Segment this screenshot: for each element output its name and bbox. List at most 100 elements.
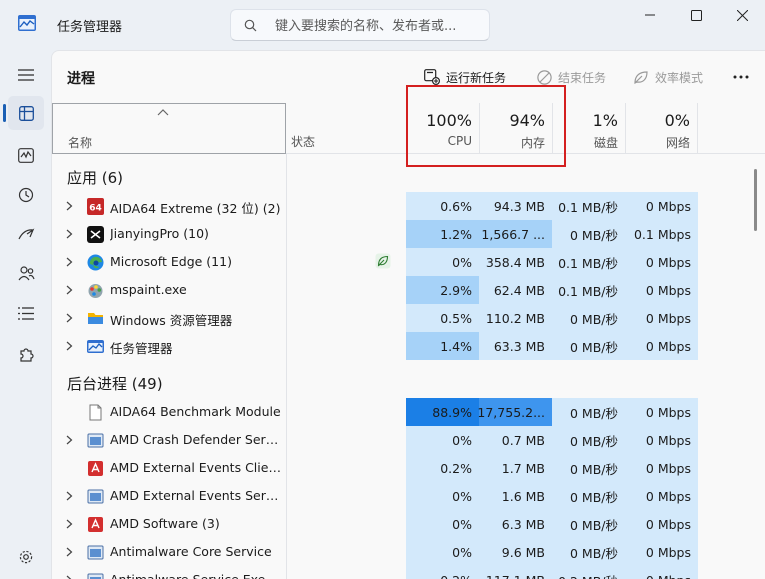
process-name: Antimalware Service Execut... [110, 572, 282, 579]
efficiency-mode-button[interactable]: 效率模式 [633, 65, 703, 89]
column-header-cpu[interactable]: 100% CPU [406, 103, 479, 154]
expand-chevron-icon[interactable] [66, 313, 73, 323]
network-cell: 0.1 Mbps [625, 220, 698, 248]
network-value: 0 Mbps [645, 488, 691, 504]
settings-gear-icon [19, 550, 33, 564]
column-header-status[interactable]: 状态 [291, 133, 315, 150]
column-header-name[interactable]: 名称 [52, 103, 286, 154]
search-box[interactable] [230, 9, 490, 41]
memory-value: 1,566.7 ... [481, 226, 545, 242]
network-value: 0 Mbps [645, 460, 691, 476]
process-row[interactable]: 0.6% 94.3 MB 0.1 MB/秒 0 Mbps 64 AIDA64 Extrem… [52, 192, 765, 220]
disk-cell: 0 MB/秒 [552, 482, 625, 510]
disk-value: 0 MB/秒 [570, 461, 618, 477]
cpu-cell: 88.9% [406, 398, 479, 426]
network-value: 0 Mbps [645, 254, 691, 270]
taskmgr-icon [87, 338, 104, 355]
more-options-button[interactable] [729, 65, 753, 89]
expand-chevron-icon[interactable] [66, 519, 73, 529]
process-row[interactable]: 0% 9.6 MB 0 MB/秒 0 Mbps Antimalware Core Ser… [52, 538, 765, 566]
column-header-network[interactable]: 0% 网络 [625, 103, 698, 154]
expand-chevron-icon[interactable] [66, 201, 73, 211]
close-button[interactable] [719, 0, 765, 30]
column-header-memory[interactable]: 94% 内存 [479, 103, 552, 154]
expand-chevron-icon[interactable] [66, 257, 73, 267]
network-cell: 0 Mbps [625, 192, 698, 220]
page-title: 进程 [67, 71, 95, 87]
maximize-button[interactable] [673, 0, 719, 30]
cpu-value: 88.9% [432, 404, 472, 420]
nav-app-history[interactable] [8, 178, 44, 212]
search-input[interactable] [275, 16, 480, 36]
cpu-cell: 0% [406, 510, 479, 538]
network-value: 0 Mbps [645, 516, 691, 532]
header-divider [286, 153, 765, 154]
nav-users[interactable] [8, 256, 44, 290]
nav-menu-button[interactable] [8, 58, 44, 92]
network-cell: 0 Mbps [625, 538, 698, 566]
nav-startup-apps[interactable] [8, 218, 44, 252]
run-new-task-button[interactable]: 运行新任务 [424, 65, 506, 89]
minimize-button[interactable] [627, 0, 673, 30]
nav-settings[interactable] [8, 540, 44, 574]
nav-performance[interactable] [8, 138, 44, 172]
memory-value: 358.4 MB [485, 254, 545, 270]
cpu-value: 1.2% [440, 226, 472, 242]
disk-total-percent: 1% [592, 111, 618, 130]
expand-chevron-icon[interactable] [66, 435, 73, 445]
network-cell: 0 Mbps [625, 276, 698, 304]
disk-value: 0 MB/秒 [570, 433, 618, 449]
app-title: 任务管理器 [57, 20, 123, 35]
memory-cell: 1.6 MB [479, 482, 552, 510]
nav-services[interactable] [8, 338, 44, 372]
memory-total-percent: 94% [509, 111, 545, 130]
expand-chevron-icon[interactable] [66, 285, 73, 295]
process-name: AIDA64 Extreme (32 位) (2) [110, 201, 281, 216]
expand-chevron-icon[interactable] [66, 341, 73, 351]
process-row[interactable]: 2.9% 62.4 MB 0.1 MB/秒 0 Mbps mspaint.exe [52, 276, 765, 304]
process-row[interactable]: 0% 1.6 MB 0 MB/秒 0 Mbps AMD External Events … [52, 482, 765, 510]
memory-value: 110.2 MB [485, 310, 545, 326]
nav-processes[interactable] [8, 96, 44, 130]
group-header-apps: 应用 (6) [67, 169, 124, 187]
network-cell: 0 Mbps [625, 304, 698, 332]
run-new-task-label: 运行新任务 [446, 70, 507, 85]
amd-icon [87, 460, 104, 477]
process-row[interactable]: 1.4% 63.3 MB 0 MB/秒 0 Mbps 任务管理器 [52, 332, 765, 360]
process-row[interactable]: 0.5% 110.2 MB 0 MB/秒 0 Mbps Windows 资源管理器 [52, 304, 765, 332]
expand-chevron-icon[interactable] [66, 575, 73, 579]
process-name: Antimalware Core Service [110, 544, 272, 559]
process-row[interactable]: 0.2% 1.7 MB 0 MB/秒 0 Mbps AMD External Event… [52, 454, 765, 482]
nav-details[interactable] [8, 296, 44, 330]
vertical-scrollbar[interactable] [754, 169, 757, 231]
svg-text:64: 64 [89, 204, 102, 214]
process-name: Windows 资源管理器 [110, 313, 233, 328]
run-task-icon [424, 69, 440, 85]
column-header-disk[interactable]: 1% 磁盘 [552, 103, 625, 154]
memory-cell: 117.1 MB [479, 566, 552, 579]
process-row[interactable]: 0% 358.4 MB 0.1 MB/秒 0 Mbps Microsoft Edge (… [52, 248, 765, 276]
expand-chevron-icon[interactable] [66, 229, 73, 239]
process-name: Microsoft Edge (11) [110, 254, 232, 269]
details-list-icon [18, 306, 34, 320]
process-row[interactable]: 1.2% 1,566.7 ... 0 MB/秒 0.1 Mbps JianyingPro… [52, 220, 765, 248]
process-row[interactable]: 88.9% 17,755.2... 0 MB/秒 0 Mbps AIDA64 Bench… [52, 398, 765, 426]
network-cell: 0 Mbps [625, 398, 698, 426]
users-icon [18, 266, 35, 281]
process-row[interactable]: 0% 0.7 MB 0 MB/秒 0 Mbps AMD Crash Defender S… [52, 426, 765, 454]
process-row[interactable]: 0.2% 117.1 MB 0.2 MB/秒 0 Mbps Antimalware Se… [52, 566, 765, 579]
expand-chevron-icon[interactable] [66, 491, 73, 501]
network-column-label: 网络 [665, 136, 690, 150]
network-cell: 0 Mbps [625, 566, 698, 579]
expand-chevron-icon[interactable] [66, 547, 73, 557]
end-task-button[interactable]: 结束任务 [537, 65, 606, 89]
memory-cell: 62.4 MB [479, 276, 552, 304]
memory-value: 1.6 MB [501, 488, 545, 504]
document-icon [87, 404, 104, 421]
memory-column-label: 内存 [520, 136, 545, 150]
network-total-percent: 0% [664, 111, 690, 130]
disk-cell: 0 MB/秒 [552, 398, 625, 426]
network-cell: 0 Mbps [625, 248, 698, 276]
process-row[interactable]: 0% 6.3 MB 0 MB/秒 0 Mbps AMD Software (3) [52, 510, 765, 538]
cpu-cell: 0% [406, 426, 479, 454]
